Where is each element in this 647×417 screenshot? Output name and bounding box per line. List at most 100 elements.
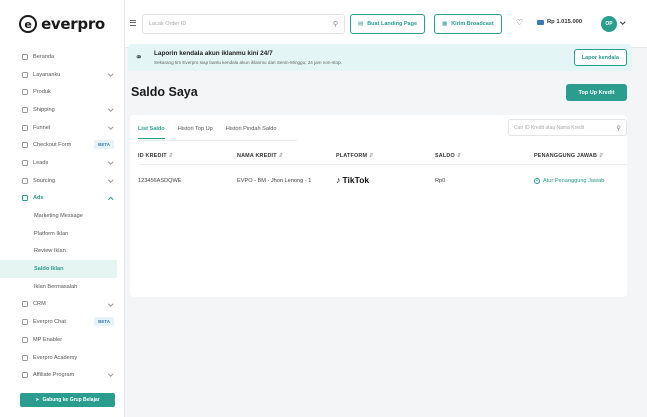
funnel-icon <box>22 124 28 131</box>
join-group-button[interactable]: ➤ Gabung ke Grup Belajar <box>20 393 115 407</box>
balance-card: List Saldo Histori Top Up Histori Pindah… <box>130 115 627 297</box>
box-icon <box>22 89 28 96</box>
chevron-down-icon <box>107 124 113 129</box>
sort-icon: ⇵ <box>599 153 604 159</box>
balance-amount: Rp 1.015.000 <box>547 19 583 25</box>
sidebar-item-beranda[interactable]: Beranda <box>0 48 124 66</box>
banner-title: Laporin kendala akun iklanmu kini 24/7 <box>154 50 273 57</box>
sidebar-item-iklan-bermasalah[interactable]: Iklan Bermasalah <box>0 278 124 296</box>
sidebar-item-label: Checkout Form <box>33 142 72 149</box>
academy-icon <box>22 354 28 361</box>
assign-responsible-label: Atur Penanggung Jawab <box>543 178 605 184</box>
tab-histori-pindah-saldo[interactable]: Histori Pindah Saldo <box>226 123 277 139</box>
hamburger-menu-icon[interactable] <box>130 20 136 27</box>
tab-histori-top-up[interactable]: Histori Top Up <box>178 123 213 139</box>
sidebar-item-everpro-academy[interactable]: Everpro Academy <box>0 349 124 367</box>
notification-bell-icon[interactable]: ♡ <box>516 18 523 27</box>
send-broadcast-button[interactable]: ▦ Kirim Broadcast <box>434 14 502 34</box>
cell-saldo: Rp0 <box>435 178 446 184</box>
sort-icon: ⇵ <box>369 153 374 159</box>
credit-search-input[interactable]: Cari ID Kredit atau Nama Kredit ⚲ <box>508 119 627 136</box>
sidebar-item-crm[interactable]: CRM <box>0 296 124 314</box>
sidebar-item-marketing-message[interactable]: Marketing Message <box>0 207 124 225</box>
cell-platform: ♪ TikTok <box>336 175 369 185</box>
sort-icon: ⇵ <box>278 153 284 159</box>
column-header-nama-kredit[interactable]: NAMA KREDIT ⇵ <box>237 153 283 159</box>
sidebar-item-label: Produk <box>33 89 51 96</box>
sidebar-item-mp-enabler[interactable]: MP Enabler <box>0 331 124 349</box>
cell-nama-kredit: EVPO - BM - Jhon Lenong - 1 <box>237 178 312 184</box>
sidebar-nav: Beranda Layananku Produk Shipping Funnel… <box>0 48 124 384</box>
broadcast-icon: ▦ <box>442 21 448 27</box>
page-title: Saldo Saya <box>131 85 198 99</box>
sort-icon: ⇵ <box>168 153 174 159</box>
balance-display[interactable]: Rp 1.015.000 <box>537 19 582 25</box>
sidebar-item-label: Marketing Message <box>34 213 83 220</box>
assign-responsible-link[interactable]: + Atur Penanggung Jawab <box>534 178 604 184</box>
tab-list-saldo[interactable]: List Saldo <box>138 123 165 139</box>
column-header-id-kredit[interactable]: ID KREDIT ⇵ <box>138 153 173 159</box>
truck-icon <box>22 106 28 113</box>
table-row: 123456ASDQWE EVPO - BM - Jhon Lenong - 1… <box>138 173 627 190</box>
sidebar-item-platform-iklan[interactable]: Platform Iklan <box>0 225 124 243</box>
column-header-label: PLATFORM <box>336 153 368 159</box>
chevron-down-icon[interactable] <box>620 19 626 25</box>
chevron-up-icon <box>107 196 113 202</box>
sidebar-item-everpro-chat[interactable]: Everpro Chat BETA <box>0 313 124 331</box>
sidebar-item-label: Saldo Iklan <box>34 266 64 273</box>
create-landing-page-button[interactable]: ▤ Buat Landing Page <box>350 14 426 34</box>
column-header-label: SALDO <box>435 153 455 159</box>
affiliate-icon <box>22 372 28 379</box>
sidebar-item-label: Funnel <box>33 124 51 131</box>
logo[interactable]: e everpro <box>0 0 124 48</box>
table-header: ID KREDIT ⇵ NAMA KREDIT ⇵ PLATFORM ⇵ SALDO ⇵… <box>138 148 627 165</box>
sidebar-item-checkout-form[interactable]: Checkout Form BETA <box>0 136 124 154</box>
sidebar-item-saldo-iklan[interactable]: Saldo Iklan <box>0 260 117 278</box>
megaphone-icon <box>22 195 28 202</box>
beta-badge: BETA <box>94 317 114 327</box>
sidebar-item-label: MP Enabler <box>33 336 63 343</box>
create-landing-page-label: Buat Landing Page <box>367 21 418 27</box>
column-header-saldo[interactable]: SALDO ⇵ <box>435 153 462 159</box>
column-header-platform[interactable]: PLATFORM ⇵ <box>336 153 374 159</box>
topbar: Lacak Order ID ⚲ ▤ Buat Landing Page ▦ K… <box>125 0 647 48</box>
tabs-divider <box>138 140 297 141</box>
sidebar-item-leads[interactable]: Leads <box>0 154 124 172</box>
sidebar-item-label: Ads <box>33 195 44 202</box>
order-search-placeholder: Lacak Order ID <box>149 21 187 27</box>
sidebar-item-funnel[interactable]: Funnel <box>0 119 124 137</box>
crm-icon <box>22 301 28 308</box>
sidebar-item-label: Layananku <box>33 71 61 78</box>
sidebar-item-label: Leads <box>33 159 49 166</box>
sidebar-item-ads[interactable]: Ads <box>0 190 124 208</box>
send-icon: ➤ <box>35 397 40 403</box>
cell-id-kredit: 123456ASDQWE <box>138 178 182 184</box>
sidebar-item-shipping[interactable]: Shipping <box>0 101 124 119</box>
top-up-credit-button[interactable]: Top Up Kredit <box>566 84 627 101</box>
column-header-label: NAMA KREDIT <box>237 153 277 159</box>
landing-page-icon: ▤ <box>358 21 364 27</box>
banner-description: Sekarang tim Everpro siap bantu kendala … <box>154 60 342 65</box>
sidebar-item-label: Iklan Bermasalah <box>34 283 78 290</box>
home-icon <box>22 53 28 60</box>
chevron-down-icon <box>107 371 113 377</box>
order-search-input[interactable]: Lacak Order ID ⚲ <box>142 14 345 34</box>
column-header-penanggung-jawab[interactable]: PENANGGUNG JAWAB ⇵ <box>534 153 604 159</box>
sidebar-item-review-iklan[interactable]: Review Iklan <box>0 243 124 261</box>
support-banner: ⚭ Laporin kendala akun iklanmu kini 24/7… <box>128 44 632 71</box>
platform-name: TikTok <box>342 175 370 185</box>
tabs: List Saldo Histori Top Up Histori Pindah… <box>138 123 289 139</box>
chevron-down-icon <box>107 106 113 112</box>
sidebar-item-layananku[interactable]: Layananku <box>0 66 124 84</box>
search-icon: ⚲ <box>616 124 621 132</box>
sidebar-item-sourcing[interactable]: Sourcing <box>0 172 124 190</box>
sidebar-item-produk[interactable]: Produk <box>0 83 124 101</box>
avatar[interactable]: OP <box>601 16 617 32</box>
sidebar-item-affiliate-program[interactable]: Affiliate Program <box>0 366 124 384</box>
beta-badge: BETA <box>94 140 114 150</box>
send-broadcast-label: Kirim Broadcast <box>451 21 494 27</box>
join-group-label: Gabung ke Grup Belajar <box>42 397 100 403</box>
search-icon: ⚲ <box>332 21 338 28</box>
report-issue-button[interactable]: Lapor kendala <box>573 49 627 66</box>
wallet-icon <box>537 19 544 25</box>
